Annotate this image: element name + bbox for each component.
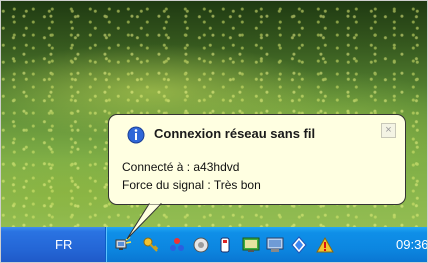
- desktop: FR 09:36 Connexion réseau sans fil × Con…: [0, 0, 428, 263]
- balloon-tail: [126, 202, 163, 240]
